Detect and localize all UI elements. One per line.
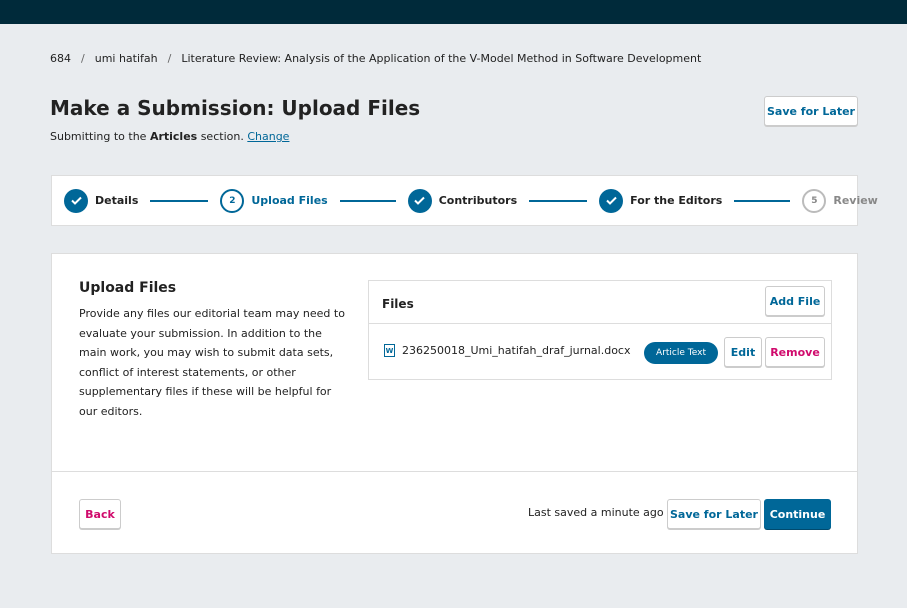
remove-file-button[interactable]: Remove — [765, 337, 825, 367]
step-label: For the Editors — [630, 194, 723, 207]
step-connector — [339, 199, 396, 202]
word-document-icon: W — [384, 344, 395, 357]
section-name: Articles — [149, 130, 198, 143]
file-name[interactable]: 236250018_Umi_hatifah_draf_jurnal.docx — [402, 344, 631, 357]
step-upload-files[interactable]: 2 Upload Files — [220, 188, 328, 213]
step-number: 2 — [220, 188, 245, 213]
continue-button[interactable]: Continue — [764, 499, 831, 529]
step-connector — [734, 199, 791, 202]
file-genre-badge[interactable]: Article Text — [644, 342, 718, 364]
step-details[interactable]: Details — [64, 188, 139, 213]
breadcrumb-item-title: Literature Review: Analysis of the Appli… — [181, 52, 702, 65]
edit-file-button[interactable]: Edit — [724, 337, 762, 367]
step-label: Contributors — [438, 194, 518, 207]
page-title: Make a Submission: Upload Files — [50, 96, 421, 120]
save-for-later-button-bottom[interactable]: Save for Later — [667, 499, 761, 529]
submission-section-info: Submitting to the Articles section. Chan… — [50, 130, 289, 143]
breadcrumb-separator: / — [167, 52, 172, 65]
step-label: Upload Files — [251, 194, 328, 207]
check-icon — [599, 188, 624, 213]
check-icon — [64, 188, 88, 213]
step-label: Details — [95, 194, 139, 207]
save-for-later-button-top[interactable]: Save for Later — [764, 96, 858, 126]
files-panel-header: Files Add File — [369, 281, 831, 324]
files-panel-title: Files — [382, 297, 414, 311]
step-for-the-editors[interactable]: For the Editors — [599, 188, 723, 213]
breadcrumb-item-id[interactable]: 684 — [50, 52, 71, 65]
subtitle-prefix: Submitting to the — [50, 130, 147, 143]
submission-steps: Details 2 Upload Files Contributors For … — [51, 175, 878, 226]
upload-files-card: Upload Files Provide any files our edito… — [51, 253, 858, 554]
step-connector — [150, 199, 209, 202]
top-bar — [0, 0, 907, 24]
step-review: 5 Review — [802, 188, 878, 213]
back-button[interactable]: Back — [79, 499, 121, 529]
card-divider — [52, 471, 857, 472]
check-icon — [407, 188, 432, 213]
change-section-link[interactable]: Change — [247, 130, 289, 143]
step-number: 5 — [802, 188, 827, 213]
file-list-item: W 236250018_Umi_hatifah_draf_jurnal.docx… — [369, 325, 831, 379]
breadcrumb-item-author[interactable]: umi hatifah — [95, 52, 158, 65]
files-panel: Files Add File W 236250018_Umi_hatifah_d… — [368, 280, 832, 380]
upload-files-description: Provide any files our editorial team may… — [79, 307, 345, 418]
step-contributors[interactable]: Contributors — [407, 188, 518, 213]
subtitle-suffix: section. — [200, 130, 244, 143]
last-saved-status: Last saved a minute ago — [528, 506, 664, 519]
breadcrumb-separator: / — [81, 52, 85, 65]
step-label: Review — [833, 194, 878, 207]
breadcrumb: 684 / umi hatifah / Literature Review: A… — [50, 52, 701, 65]
upload-files-heading: Upload Files — [79, 280, 177, 296]
add-file-button[interactable]: Add File — [765, 286, 825, 316]
step-connector — [529, 199, 588, 202]
